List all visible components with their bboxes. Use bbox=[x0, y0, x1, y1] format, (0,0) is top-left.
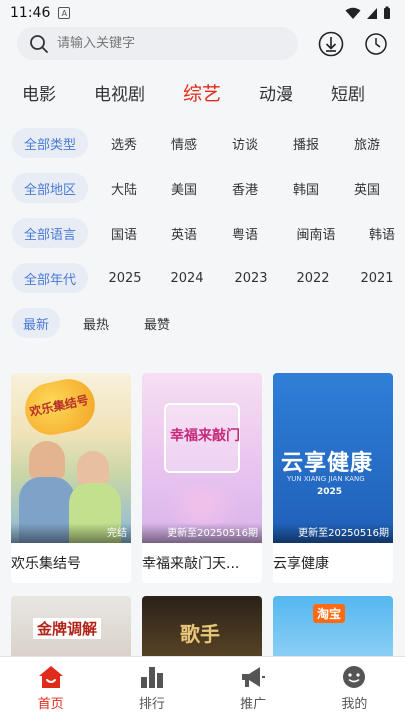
megaphone-icon bbox=[242, 667, 266, 687]
signal-icon bbox=[367, 7, 377, 19]
status-bar: 11:46 A bbox=[0, 0, 405, 26]
filter-year-option[interactable]: 2025 bbox=[104, 263, 146, 293]
filter-language-option[interactable]: 粤语 bbox=[225, 218, 265, 248]
home-icon bbox=[38, 666, 63, 688]
poster-year-text: 2025 bbox=[317, 487, 343, 497]
show-card[interactable]: 淘宝 bbox=[273, 596, 393, 660]
search-row bbox=[0, 26, 405, 62]
filter-type-option[interactable]: 播报 bbox=[286, 128, 326, 158]
poster-petals bbox=[152, 485, 252, 525]
filter-language-option[interactable]: 韩语 bbox=[362, 218, 402, 248]
filter-row-language: 全部语言 国语 英语 粤语 闽南语 韩语 bbox=[0, 216, 405, 250]
poster-image: 云享健康 YUN XIANG JIAN KANG 2025 更新至2025051… bbox=[273, 373, 393, 543]
download-button[interactable] bbox=[318, 31, 344, 57]
episode-badge: 更新至20250516期 bbox=[298, 528, 389, 539]
filter-region-option[interactable]: 大陆 bbox=[104, 173, 144, 203]
search-box[interactable] bbox=[17, 27, 298, 60]
filter-year-option[interactable]: 2021 bbox=[356, 263, 398, 293]
episode-badge: 完结 bbox=[107, 528, 127, 539]
show-card[interactable]: 云享健康 YUN XIANG JIAN KANG 2025 更新至2025051… bbox=[273, 373, 393, 583]
nav-home-label: 首页 bbox=[37, 697, 64, 712]
poster-person-right bbox=[77, 451, 109, 487]
show-card[interactable]: 歌手 bbox=[142, 596, 262, 660]
filter-type-all[interactable]: 全部类型 bbox=[12, 128, 88, 158]
filter-language-option[interactable]: 国语 bbox=[104, 218, 144, 248]
filter-year-all[interactable]: 全部年代 bbox=[12, 263, 88, 293]
show-card[interactable]: 欢乐集结号 完结 欢乐集结号 bbox=[11, 373, 131, 583]
poster-image: 幸福来敲门 更新至20250516期 bbox=[142, 373, 262, 543]
poster-image: 欢乐集结号 完结 bbox=[11, 373, 131, 543]
sort-most-liked[interactable]: 最赞 bbox=[137, 308, 177, 338]
filter-type-option[interactable]: 选秀 bbox=[104, 128, 144, 158]
filter-type-option[interactable]: 访谈 bbox=[225, 128, 265, 158]
filter-year-option[interactable]: 2022 bbox=[292, 263, 334, 293]
filter-type-option[interactable]: 情感 bbox=[164, 128, 204, 158]
filter-language-all[interactable]: 全部语言 bbox=[12, 218, 88, 248]
filter-type-option[interactable]: 旅游 bbox=[347, 128, 387, 158]
sort-hottest[interactable]: 最热 bbox=[76, 308, 116, 338]
show-title: 幸福来敲门天... bbox=[142, 556, 240, 572]
poster-title-text: 歌手 bbox=[180, 622, 220, 646]
poster-person-left bbox=[29, 441, 65, 481]
filter-row-year: 全部年代 2025 2024 2023 2022 2021 bbox=[0, 261, 405, 295]
nav-ranking[interactable]: 排行 bbox=[101, 657, 202, 720]
clock-icon bbox=[365, 33, 387, 55]
tab-movie[interactable]: 电影 bbox=[22, 80, 56, 105]
filter-year-option[interactable]: 2023 bbox=[230, 263, 272, 293]
filter-row-sort: 最新 最热 最赞 bbox=[0, 306, 405, 340]
face-icon bbox=[343, 666, 366, 688]
poster-subtitle-text: YUN XIANG JIAN KANG bbox=[287, 475, 365, 483]
history-button[interactable] bbox=[363, 31, 389, 57]
battery-icon bbox=[384, 6, 390, 19]
filter-region-option[interactable]: 美国 bbox=[164, 173, 204, 203]
filter-row-region: 全部地区 大陆 美国 香港 韩国 英国 bbox=[0, 171, 405, 205]
filter-region-option[interactable]: 英国 bbox=[347, 173, 387, 203]
tab-tv-series[interactable]: 电视剧 bbox=[94, 80, 145, 105]
filter-region-option[interactable]: 韩国 bbox=[286, 173, 326, 203]
filter-year-option[interactable]: 2024 bbox=[166, 263, 208, 293]
bottom-nav: 首页 排行 推广 我的 bbox=[0, 656, 405, 720]
filter-language-option[interactable]: 闽南语 bbox=[288, 218, 344, 248]
poster-title-text: 幸福来敲门 bbox=[170, 428, 240, 444]
filter-language-option[interactable]: 英语 bbox=[164, 218, 204, 248]
nav-home[interactable]: 首页 bbox=[0, 657, 101, 720]
episode-badge: 更新至20250516期 bbox=[167, 528, 258, 539]
bar-chart-icon bbox=[140, 667, 163, 688]
tab-short-drama[interactable]: 短剧 bbox=[331, 80, 365, 105]
show-card[interactable]: 幸福来敲门 更新至20250516期 幸福来敲门天... bbox=[142, 373, 262, 583]
search-input[interactable] bbox=[57, 36, 277, 51]
download-icon bbox=[318, 31, 344, 57]
status-time: 11:46 bbox=[10, 5, 51, 21]
wifi-icon bbox=[345, 7, 361, 19]
sim-icon: A bbox=[58, 7, 71, 19]
poster-title-text: 金牌调解 bbox=[33, 618, 102, 639]
sort-latest[interactable]: 最新 bbox=[12, 308, 60, 338]
nav-mine[interactable]: 我的 bbox=[304, 657, 405, 720]
filter-row-type: 全部类型 选秀 情感 访谈 播报 旅游 bbox=[0, 126, 405, 160]
show-title: 欢乐集结号 bbox=[11, 556, 81, 572]
nav-ranking-label: 排行 bbox=[138, 697, 165, 712]
show-title: 云享健康 bbox=[273, 556, 329, 572]
search-icon bbox=[30, 34, 48, 53]
poster-title-text: 淘宝 bbox=[313, 604, 346, 623]
filter-region-option[interactable]: 香港 bbox=[225, 173, 265, 203]
nav-mine-label: 我的 bbox=[341, 697, 368, 712]
poster-title-text: 云享健康 bbox=[281, 451, 374, 476]
nav-promote[interactable]: 推广 bbox=[203, 657, 304, 720]
tab-variety[interactable]: 综艺 bbox=[183, 79, 221, 106]
category-tabs: 电影 电视剧 综艺 动漫 短剧 bbox=[0, 72, 405, 112]
show-card[interactable]: 金牌调解 bbox=[11, 596, 131, 660]
filter-region-all[interactable]: 全部地区 bbox=[12, 173, 88, 203]
tab-anime[interactable]: 动漫 bbox=[259, 80, 293, 105]
nav-promote-label: 推广 bbox=[240, 697, 267, 712]
